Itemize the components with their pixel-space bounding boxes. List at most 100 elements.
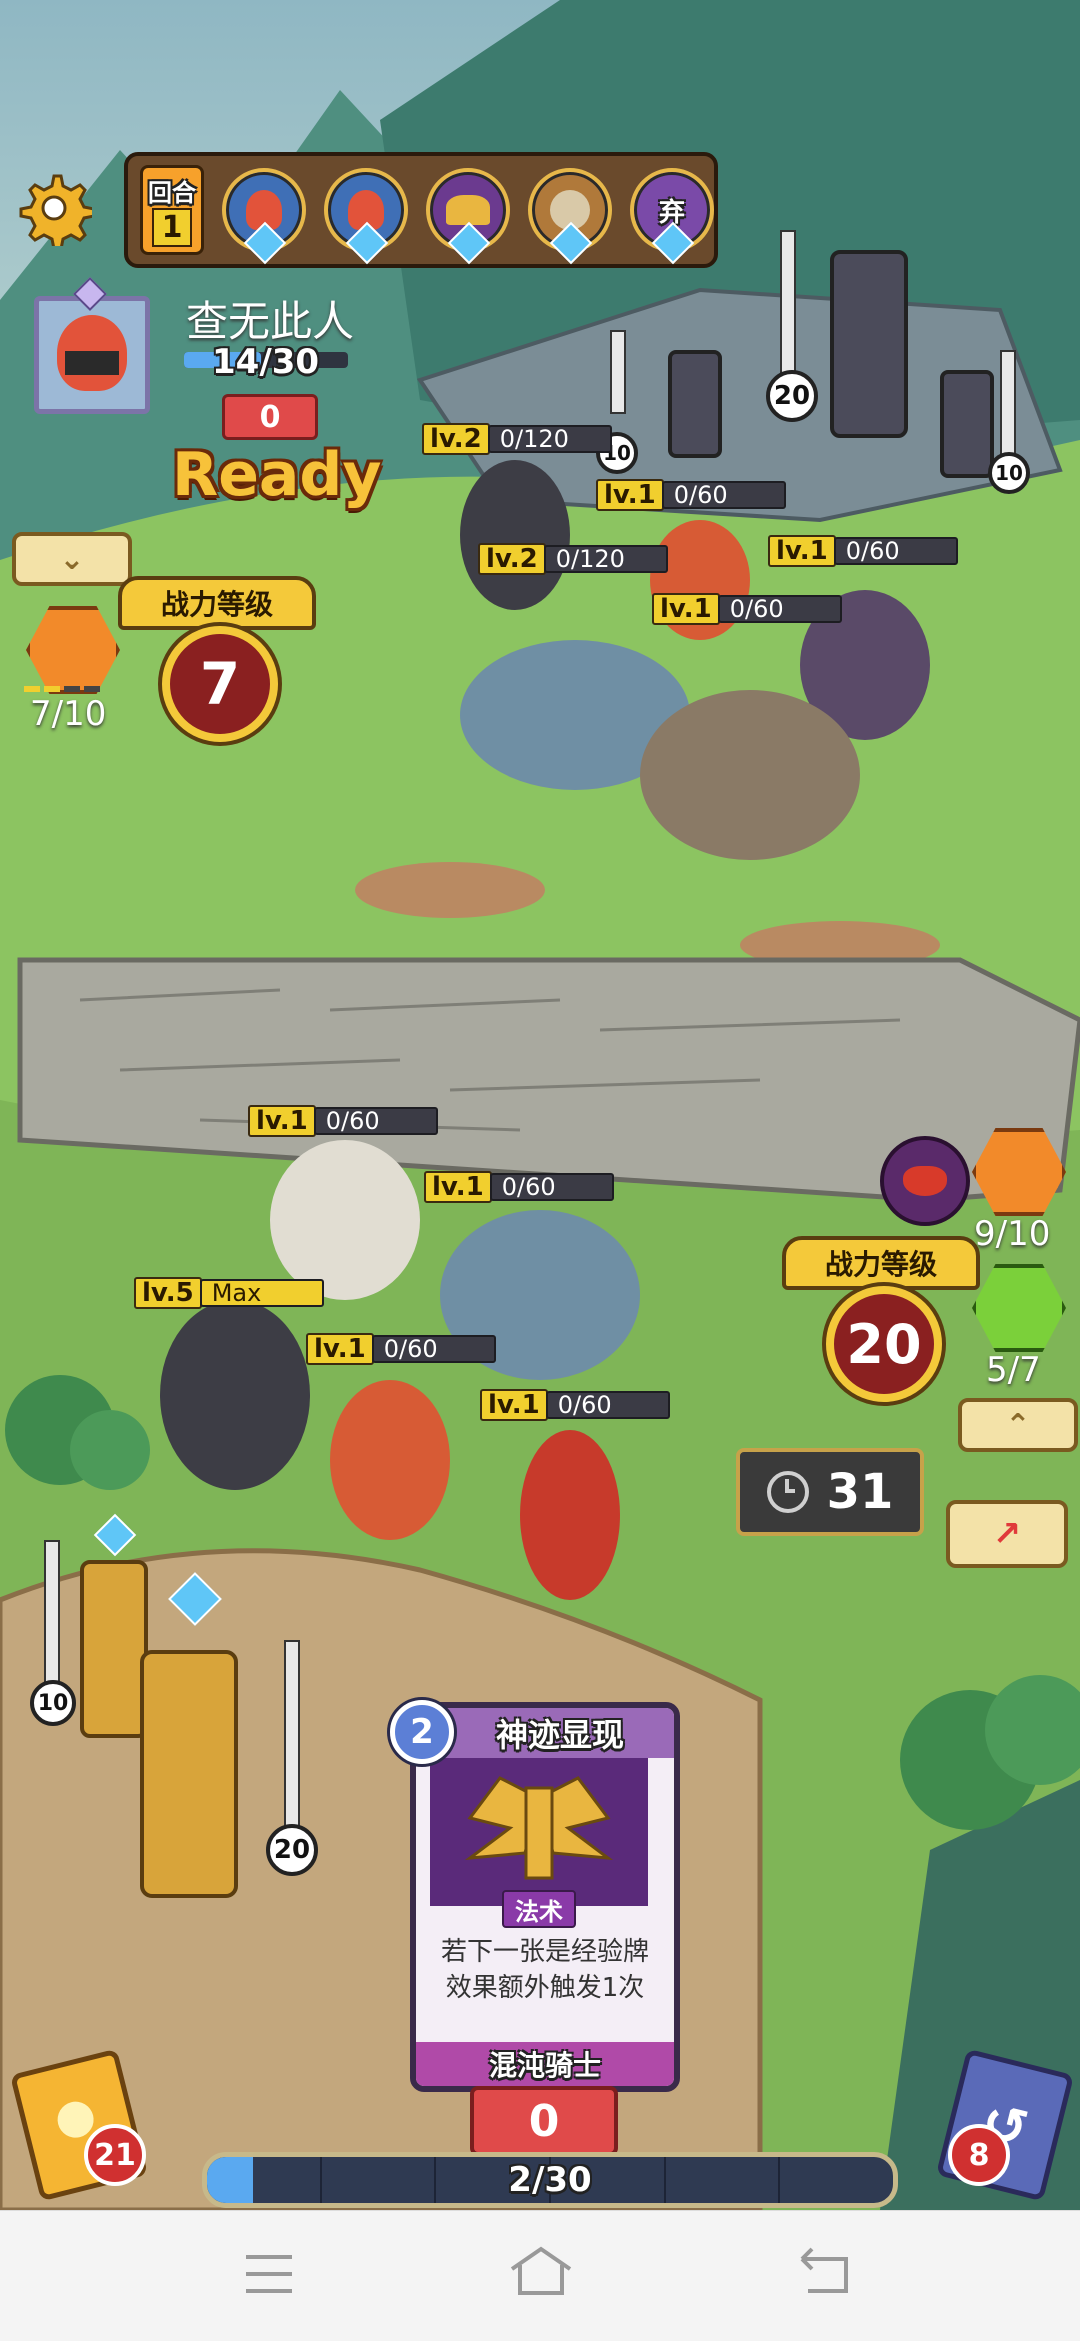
- player-fire-warrior-unit[interactable]: [330, 1380, 450, 1540]
- spell-card[interactable]: 神迹显现 法术 若下一张是经验牌 效果额外触发1次 混沌骑士: [410, 1702, 680, 2092]
- opponent-fire-count: 9/10: [974, 1214, 1051, 1254]
- unit-level: lv.1: [248, 1105, 316, 1137]
- card-description-line: 若下一张是经验牌: [440, 1937, 649, 1967]
- unit-level: lv.2: [422, 423, 490, 455]
- round-number: 1: [151, 208, 193, 247]
- player-tower-pole: [284, 1640, 300, 1844]
- opponent-power-level-emblem[interactable]: 战力等级 20: [782, 1236, 980, 1402]
- unit-exp: 0/120: [487, 425, 612, 453]
- unit-level: lv.2: [478, 543, 546, 575]
- enemy-totem: [940, 370, 994, 478]
- discard-mage-icon[interactable]: 弃: [630, 168, 714, 265]
- unit-level-bar: lv.2 0/120: [478, 543, 668, 575]
- experience-progress-bar: 2/30: [202, 2152, 898, 2208]
- chevron-down-icon: ⌄: [59, 541, 85, 577]
- fire-progress-dots: [24, 686, 100, 692]
- shield-badge: 0: [222, 394, 318, 440]
- unit-level: lv.5: [134, 1277, 202, 1309]
- unit-level: lv.1: [596, 479, 664, 511]
- expand-button[interactable]: ⌃: [958, 1398, 1078, 1452]
- enemy-tower-hp: 10: [988, 452, 1030, 494]
- unit-exp: 0/60: [371, 1335, 496, 1363]
- unit-exp: 0/120: [543, 545, 668, 573]
- progress-text: 2/30: [508, 2160, 592, 2200]
- discard-count-badge: 8: [948, 2124, 1010, 2186]
- discard-count: 8: [968, 2137, 990, 2173]
- enemy-archer-unit[interactable]: [460, 460, 570, 610]
- player-tower-pole: [44, 1540, 60, 1684]
- fire-warrior-icon[interactable]: [324, 168, 408, 265]
- home-button[interactable]: [506, 2241, 576, 2301]
- player-ninja-unit[interactable]: [520, 1430, 620, 1600]
- collapse-button[interactable]: ⌄: [12, 532, 132, 586]
- menu-button[interactable]: [240, 2251, 300, 2295]
- turn-timer: 31: [736, 1448, 924, 1536]
- shield-value: 0: [259, 399, 281, 435]
- card-description-line: 效果额外触发1次: [445, 1973, 645, 2003]
- enemy-tower-hp: 20: [766, 370, 818, 422]
- unit-level-bar: lv.1 0/60: [768, 535, 958, 567]
- card-art: [430, 1758, 648, 1906]
- player-skull-warrior-unit[interactable]: [270, 1140, 420, 1300]
- round-label: 回合: [148, 179, 196, 207]
- energy-value: 0: [528, 2095, 560, 2147]
- card-name: 神迹显现: [495, 1716, 624, 1754]
- unit-exp: 0/60: [313, 1107, 438, 1135]
- crystal-icon: [447, 221, 491, 265]
- player-archer-unit[interactable]: [160, 1300, 310, 1490]
- player-tower-hp: 10: [30, 1680, 76, 1726]
- power-label: 战力等级: [160, 588, 273, 621]
- enemy-totem: [668, 350, 722, 458]
- unit-level: lv.1: [480, 1389, 548, 1421]
- gear-icon[interactable]: [16, 170, 96, 251]
- card-faction: 混沌骑士: [488, 2049, 601, 2082]
- card-faction-bar: 混沌骑士: [416, 2042, 674, 2086]
- enemy-tower-pole: [610, 330, 626, 414]
- unit-level: lv.1: [652, 593, 720, 625]
- horned-beast-icon[interactable]: [528, 168, 612, 265]
- fast-forward-button[interactable]: ↗: [946, 1500, 1068, 1568]
- crystal-icon: [549, 221, 593, 265]
- unit-exp: 0/60: [833, 537, 958, 565]
- ready-status: Ready: [172, 440, 382, 510]
- chevron-up-icon: ⌃: [1005, 1407, 1031, 1443]
- unit-level: lv.1: [306, 1333, 374, 1365]
- unit-exp: 0/60: [661, 481, 786, 509]
- card-type-tag: 法术: [502, 1890, 576, 1928]
- unit-level: lv.1: [768, 535, 836, 567]
- unit-level-bar: lv.1 0/60: [306, 1333, 496, 1365]
- deck-count-badge: 21: [84, 2124, 146, 2186]
- unit-level-bar: lv.1 0/60: [248, 1105, 438, 1137]
- player-totem: [80, 1560, 148, 1738]
- unit-exp: Max: [199, 1279, 324, 1307]
- unit-level-bar: lv.5 Max: [134, 1277, 324, 1309]
- enemy-tower-pole: [780, 230, 796, 384]
- enemy-boar-rider-unit[interactable]: [640, 690, 860, 860]
- turn-order-bar: 回合 1 弃: [124, 152, 718, 268]
- card-cost-badge: 2: [390, 1700, 454, 1764]
- deck-count: 21: [94, 2137, 136, 2173]
- back-button[interactable]: [794, 2245, 854, 2299]
- unit-level-bar: lv.1 0/60: [480, 1389, 670, 1421]
- power-label: 战力等级: [824, 1248, 937, 1281]
- fire-warrior-icon[interactable]: [222, 168, 306, 265]
- back-icon: [800, 2247, 848, 2293]
- card-type: 法术: [515, 1897, 563, 1926]
- card-header: 神迹显现: [416, 1708, 674, 1758]
- opponent-mask-icon[interactable]: [880, 1136, 970, 1226]
- unit-level-bar: lv.1 0/60: [596, 479, 786, 511]
- opponent-nature-count: 5/7: [986, 1350, 1041, 1390]
- power-level: 7: [199, 650, 241, 718]
- clock-icon: [766, 1471, 809, 1513]
- opponent-power-level: 20: [846, 1312, 922, 1376]
- unit-level-bar: lv.2 0/120: [422, 423, 612, 455]
- enemy-totem: [830, 250, 908, 438]
- power-level-emblem[interactable]: 战力等级 7: [118, 576, 316, 742]
- trend-up-icon: ↗: [992, 1514, 1022, 1554]
- avatar[interactable]: [34, 296, 150, 414]
- hp-text: 14/30: [212, 342, 320, 382]
- golden-wings-icon[interactable]: [426, 168, 510, 265]
- home-icon: [510, 2246, 572, 2295]
- unit-level-bar: lv.1 0/60: [424, 1171, 614, 1203]
- timer-value: 31: [826, 1464, 894, 1520]
